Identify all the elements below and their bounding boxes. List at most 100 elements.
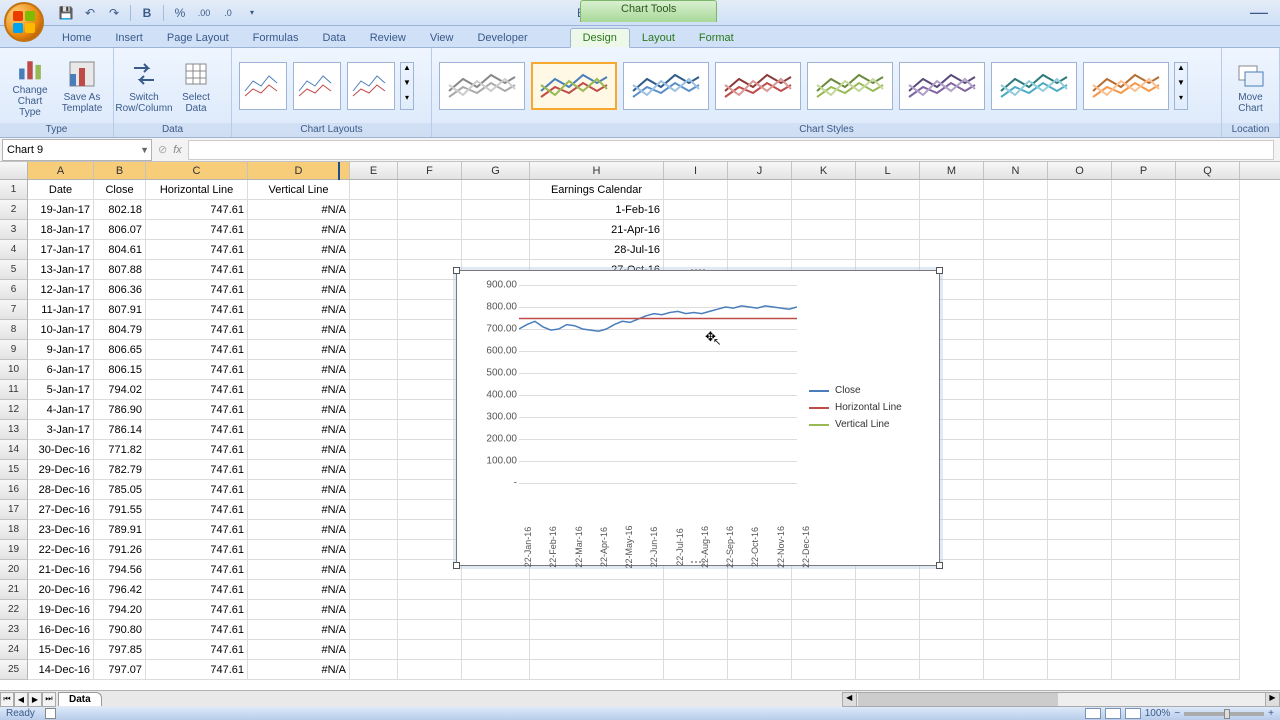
last-sheet-icon[interactable]: ⏭ bbox=[42, 692, 56, 707]
undo-icon[interactable]: ↶ bbox=[80, 4, 100, 22]
cell[interactable]: 797.07 bbox=[94, 660, 146, 680]
cell[interactable] bbox=[398, 600, 462, 620]
cell[interactable]: #N/A bbox=[248, 300, 350, 320]
cell[interactable] bbox=[792, 660, 856, 680]
style-gallery-more[interactable]: ▲▼▾ bbox=[1174, 62, 1188, 110]
chart-style-thumb[interactable] bbox=[715, 62, 801, 110]
cell[interactable] bbox=[462, 580, 530, 600]
cell[interactable] bbox=[1048, 340, 1112, 360]
cell[interactable] bbox=[530, 660, 664, 680]
zoom-level[interactable]: 100% bbox=[1145, 708, 1171, 719]
cell[interactable] bbox=[1176, 380, 1240, 400]
cell[interactable]: 791.26 bbox=[94, 540, 146, 560]
select-data-button[interactable]: Select Data bbox=[172, 52, 220, 120]
cell[interactable]: 20-Dec-16 bbox=[28, 580, 94, 600]
embedded-chart[interactable]: 900.00800.00700.00600.00500.00400.00300.… bbox=[456, 270, 940, 566]
cell[interactable] bbox=[1048, 440, 1112, 460]
change-chart-type-button[interactable]: Change Chart Type bbox=[6, 52, 54, 120]
cell[interactable]: 747.61 bbox=[146, 660, 248, 680]
cell[interactable]: 9-Jan-17 bbox=[28, 340, 94, 360]
row-header[interactable]: 22 bbox=[0, 600, 28, 620]
cell[interactable] bbox=[530, 600, 664, 620]
cell[interactable] bbox=[398, 440, 462, 460]
cell[interactable] bbox=[398, 340, 462, 360]
cell[interactable] bbox=[920, 180, 984, 200]
cell[interactable] bbox=[664, 600, 728, 620]
cell[interactable] bbox=[462, 660, 530, 680]
row-header[interactable]: 10 bbox=[0, 360, 28, 380]
cell[interactable] bbox=[664, 180, 728, 200]
row-header[interactable]: 11 bbox=[0, 380, 28, 400]
cell[interactable] bbox=[350, 220, 398, 240]
cell[interactable]: 23-Dec-16 bbox=[28, 520, 94, 540]
cell[interactable] bbox=[1112, 520, 1176, 540]
cell[interactable] bbox=[398, 280, 462, 300]
cell[interactable]: 15-Dec-16 bbox=[28, 640, 94, 660]
ribbon-tab-developer[interactable]: Developer bbox=[465, 29, 539, 47]
cell[interactable] bbox=[350, 640, 398, 660]
cell[interactable] bbox=[462, 640, 530, 660]
cell[interactable]: 747.61 bbox=[146, 240, 248, 260]
cell[interactable] bbox=[1048, 460, 1112, 480]
cell[interactable]: 747.61 bbox=[146, 600, 248, 620]
cell[interactable]: 747.61 bbox=[146, 320, 248, 340]
column-header[interactable]: B bbox=[94, 162, 146, 179]
cell[interactable] bbox=[1048, 480, 1112, 500]
cell[interactable]: Vertical Line bbox=[248, 180, 350, 200]
cell[interactable] bbox=[1112, 180, 1176, 200]
cell[interactable] bbox=[792, 600, 856, 620]
layout-gallery-more[interactable]: ▲▼▾ bbox=[400, 62, 414, 110]
cell[interactable] bbox=[398, 620, 462, 640]
select-all-corner[interactable] bbox=[0, 162, 28, 179]
cell[interactable] bbox=[984, 460, 1048, 480]
cell[interactable] bbox=[664, 220, 728, 240]
cell[interactable] bbox=[664, 580, 728, 600]
cell[interactable] bbox=[350, 420, 398, 440]
cell[interactable]: 3-Jan-17 bbox=[28, 420, 94, 440]
cell[interactable] bbox=[920, 240, 984, 260]
cell[interactable]: 806.36 bbox=[94, 280, 146, 300]
cell[interactable]: 796.42 bbox=[94, 580, 146, 600]
cell[interactable] bbox=[350, 500, 398, 520]
row-header[interactable]: 1 bbox=[0, 180, 28, 200]
chart-style-thumb[interactable] bbox=[991, 62, 1077, 110]
cell[interactable] bbox=[664, 200, 728, 220]
cell[interactable] bbox=[350, 540, 398, 560]
cell[interactable] bbox=[1048, 320, 1112, 340]
cell[interactable] bbox=[984, 240, 1048, 260]
column-header[interactable]: M bbox=[920, 162, 984, 179]
cell[interactable]: 806.65 bbox=[94, 340, 146, 360]
row-header[interactable]: 15 bbox=[0, 460, 28, 480]
cell[interactable] bbox=[398, 180, 462, 200]
cell[interactable] bbox=[1176, 320, 1240, 340]
cell[interactable] bbox=[856, 640, 920, 660]
cell[interactable] bbox=[1112, 560, 1176, 580]
cell[interactable]: 782.79 bbox=[94, 460, 146, 480]
column-header[interactable]: P bbox=[1112, 162, 1176, 179]
cell[interactable] bbox=[792, 220, 856, 240]
cell[interactable] bbox=[1176, 640, 1240, 660]
move-chart-button[interactable]: Move Chart bbox=[1228, 52, 1273, 120]
ribbon-tab-page-layout[interactable]: Page Layout bbox=[155, 29, 241, 47]
cell[interactable] bbox=[1048, 560, 1112, 580]
cell[interactable] bbox=[920, 640, 984, 660]
column-header[interactable]: I bbox=[664, 162, 728, 179]
cell[interactable] bbox=[1176, 300, 1240, 320]
cell[interactable] bbox=[1112, 280, 1176, 300]
ribbon-tab-formulas[interactable]: Formulas bbox=[241, 29, 311, 47]
column-header[interactable]: F bbox=[398, 162, 462, 179]
cell[interactable] bbox=[1112, 600, 1176, 620]
cell[interactable]: 747.61 bbox=[146, 620, 248, 640]
cell[interactable] bbox=[350, 360, 398, 380]
cell[interactable] bbox=[398, 400, 462, 420]
cell[interactable] bbox=[728, 180, 792, 200]
cell[interactable] bbox=[1176, 260, 1240, 280]
cell[interactable] bbox=[664, 640, 728, 660]
cell[interactable]: 771.82 bbox=[94, 440, 146, 460]
cell[interactable]: 1-Feb-16 bbox=[530, 200, 664, 220]
cell[interactable]: #N/A bbox=[248, 640, 350, 660]
cell[interactable]: 21-Dec-16 bbox=[28, 560, 94, 580]
cell[interactable]: 747.61 bbox=[146, 420, 248, 440]
row-header[interactable]: 4 bbox=[0, 240, 28, 260]
cell[interactable] bbox=[350, 440, 398, 460]
